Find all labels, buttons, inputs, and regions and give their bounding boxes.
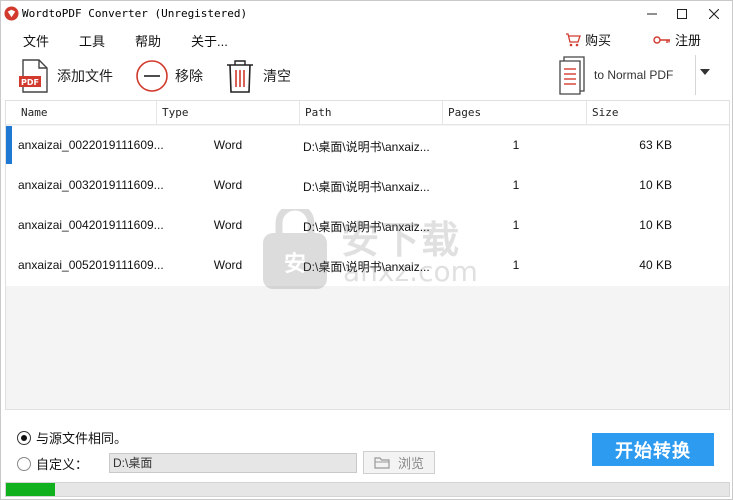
cell-name: anxaizai_0052019111609... bbox=[18, 258, 164, 272]
close-icon bbox=[709, 9, 719, 19]
browse-label: 浏览 bbox=[397, 456, 424, 471]
watermark-subtitle: anxz.com bbox=[343, 255, 478, 288]
progress-bar bbox=[5, 482, 730, 497]
cart-icon bbox=[566, 32, 581, 46]
cell-name: anxaizai_0042019111609... bbox=[18, 218, 164, 232]
toolbar: PDF 添加文件 移除 清空 to Normal PDF bbox=[1, 51, 732, 99]
custom-path-option[interactable]: 自定义： bbox=[17, 454, 88, 473]
pdf-file-icon: PDF bbox=[19, 59, 48, 93]
close-button[interactable] bbox=[699, 1, 729, 27]
cell-size: 63 KB bbox=[639, 138, 672, 152]
title-bar: WordtoPDF Converter (Unregistered) bbox=[1, 1, 732, 27]
table-header: Name Type Path Pages Size bbox=[6, 101, 729, 125]
cell-size: 40 KB bbox=[639, 258, 672, 272]
watermark: 安 安下载 anxz.com bbox=[259, 209, 479, 299]
cell-pages: 1 bbox=[512, 258, 520, 272]
browse-button[interactable]: 浏览 bbox=[363, 451, 435, 474]
shield-lock-icon: 安 bbox=[263, 209, 327, 289]
remove-label: 移除 bbox=[175, 68, 203, 84]
cell-type: Word bbox=[213, 138, 243, 152]
minimize-button[interactable] bbox=[637, 1, 667, 27]
remove-button[interactable]: 移除 bbox=[135, 57, 203, 95]
cell-name: anxaizai_0032019111609... bbox=[18, 178, 164, 192]
table-row[interactable]: anxaizai_0022019111609... Word D:\桌面\说明书… bbox=[6, 126, 729, 166]
progress-fill bbox=[6, 483, 55, 496]
convert-mode-label: to Normal PDF bbox=[594, 68, 674, 82]
cell-path: D:\桌面\说明书\anxaiz... bbox=[303, 140, 430, 154]
document-icon bbox=[559, 56, 585, 95]
window-title: WordtoPDF Converter (Unregistered) bbox=[22, 7, 248, 20]
add-file-button[interactable]: PDF 添加文件 bbox=[17, 57, 113, 95]
column-header-size[interactable]: Size bbox=[587, 101, 729, 125]
app-window: WordtoPDF Converter (Unregistered) 文件 工具… bbox=[0, 0, 733, 500]
clear-button[interactable]: 清空 bbox=[223, 57, 291, 95]
cell-size: 10 KB bbox=[639, 218, 672, 232]
start-convert-button[interactable]: 开始转换 bbox=[592, 433, 714, 466]
cell-path: D:\桌面\说明书\anxaiz... bbox=[303, 180, 430, 194]
output-path-field[interactable]: D:\桌面 bbox=[109, 453, 357, 473]
folder-icon bbox=[374, 457, 390, 469]
menu-file[interactable]: 文件 bbox=[23, 31, 49, 50]
maximize-icon bbox=[677, 9, 687, 19]
menu-help[interactable]: 帮助 bbox=[135, 31, 161, 50]
svg-text:安: 安 bbox=[284, 251, 306, 277]
cell-pages: 1 bbox=[512, 138, 520, 152]
trash-icon bbox=[227, 60, 253, 93]
cell-pages: 1 bbox=[512, 218, 520, 232]
same-as-source-option[interactable]: 与源文件相同。 bbox=[17, 428, 127, 447]
maximize-button[interactable] bbox=[667, 1, 697, 27]
cell-type: Word bbox=[213, 258, 243, 272]
buy-button[interactable]: 购买 bbox=[565, 30, 611, 49]
menu-tools[interactable]: 工具 bbox=[79, 31, 105, 50]
cell-type: Word bbox=[213, 178, 243, 192]
column-header-path[interactable]: Path bbox=[300, 101, 443, 125]
menu-bar: 文件 工具 帮助 关于... 购买 注册 bbox=[1, 27, 732, 51]
buy-label: 购买 bbox=[585, 33, 612, 48]
svg-text:PDF: PDF bbox=[21, 78, 39, 87]
key-icon bbox=[653, 35, 670, 44]
clear-label: 清空 bbox=[263, 68, 291, 84]
convert-mode-button[interactable]: to Normal PDF bbox=[556, 55, 696, 95]
app-logo-icon bbox=[4, 6, 19, 21]
cell-name: anxaizai_0022019111609... bbox=[18, 138, 164, 152]
add-file-label: 添加文件 bbox=[57, 68, 113, 84]
cell-pages: 1 bbox=[512, 178, 520, 192]
chevron-down-icon[interactable] bbox=[700, 69, 710, 75]
column-header-pages[interactable]: Pages bbox=[443, 101, 587, 125]
minimize-icon bbox=[647, 13, 657, 15]
table-row[interactable]: anxaizai_0032019111609... Word D:\桌面\说明书… bbox=[6, 166, 729, 206]
menu-about[interactable]: 关于... bbox=[191, 31, 228, 50]
column-header-name[interactable]: Name bbox=[16, 101, 157, 125]
same-as-source-label: 与源文件相同。 bbox=[36, 431, 128, 446]
custom-path-radio[interactable] bbox=[17, 456, 31, 471]
register-button[interactable]: 注册 bbox=[653, 30, 701, 49]
cell-type: Word bbox=[213, 218, 243, 232]
selection-indicator bbox=[6, 126, 12, 164]
same-as-source-radio[interactable] bbox=[17, 430, 31, 445]
minus-circle-icon bbox=[136, 60, 168, 92]
custom-path-label: 自定义： bbox=[36, 457, 89, 472]
column-header-type[interactable]: Type bbox=[157, 101, 300, 125]
register-label: 注册 bbox=[675, 33, 702, 48]
cell-size: 10 KB bbox=[639, 178, 672, 192]
